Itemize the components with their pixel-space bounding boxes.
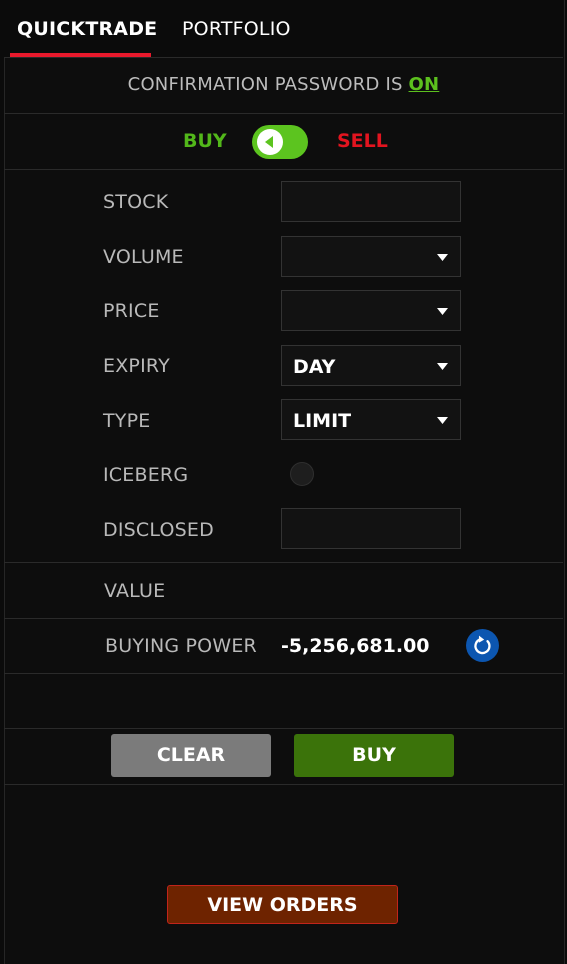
buying-power-label: BUYING POWER (105, 635, 257, 657)
expiry-label: EXPIRY (103, 355, 170, 377)
refresh-icon (474, 635, 491, 655)
type-value: LIMIT (293, 410, 352, 432)
type-select[interactable]: LIMIT (281, 399, 461, 440)
divider (4, 618, 563, 619)
expiry-select[interactable]: DAY (281, 345, 461, 386)
volume-label: VOLUME (103, 246, 184, 268)
iceberg-checkbox[interactable] (290, 462, 314, 486)
divider (4, 673, 563, 674)
divider (4, 562, 563, 563)
refresh-button[interactable] (466, 629, 499, 662)
value-label: VALUE (104, 580, 166, 602)
tab-portfolio[interactable]: PORTFOLIO (182, 18, 291, 40)
divider (4, 113, 563, 114)
buy-button[interactable]: BUY (294, 734, 454, 777)
iceberg-label: ICEBERG (103, 464, 189, 486)
divider (4, 169, 563, 170)
divider (4, 57, 563, 58)
divider (4, 728, 563, 729)
price-label: PRICE (103, 300, 160, 322)
divider (4, 784, 563, 785)
caret-down-icon (437, 308, 448, 315)
toggle-knob (257, 129, 283, 155)
type-label: TYPE (103, 410, 151, 432)
buy-sell-toggle[interactable] (252, 125, 308, 159)
caret-down-icon (437, 417, 448, 424)
stock-label: STOCK (103, 191, 169, 213)
confirmation-password-label: CONFIRMATION PASSWORD IS (127, 74, 409, 95)
view-orders-button[interactable]: VIEW ORDERS (167, 885, 398, 924)
caret-down-icon (437, 254, 448, 261)
chevron-left-icon (265, 136, 273, 148)
confirmation-password-status: CONFIRMATION PASSWORD IS ON (4, 74, 563, 95)
expiry-value: DAY (293, 356, 336, 378)
tab-quicktrade[interactable]: QUICKTRADE (17, 18, 157, 40)
buying-power-value: -5,256,681.00 (281, 635, 430, 657)
clear-button[interactable]: CLEAR (111, 734, 271, 777)
sell-side-label[interactable]: SELL (337, 130, 388, 152)
price-select[interactable] (281, 290, 461, 331)
buy-side-label[interactable]: BUY (183, 130, 227, 152)
disclosed-label: DISCLOSED (103, 519, 214, 541)
caret-down-icon (437, 363, 448, 370)
disclosed-input[interactable] (281, 508, 461, 549)
confirmation-password-on-link[interactable]: ON (409, 74, 440, 95)
volume-select[interactable] (281, 236, 461, 277)
stock-input[interactable] (281, 181, 461, 222)
